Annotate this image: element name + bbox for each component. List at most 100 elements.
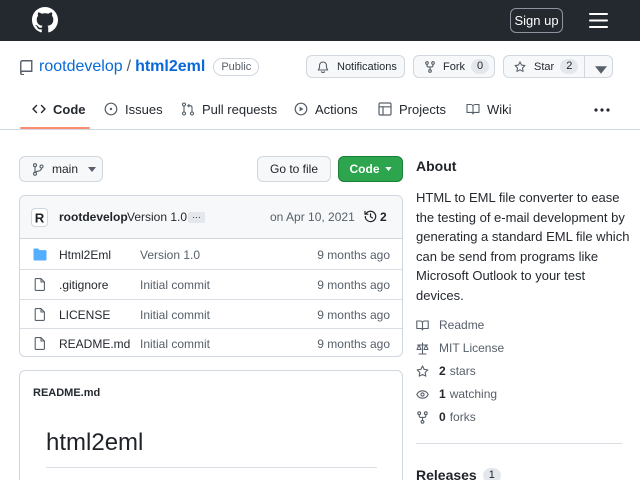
- notifications-button[interactable]: Notifications: [306, 55, 405, 78]
- about-title: About: [416, 158, 457, 174]
- releases-title: Releases: [416, 467, 477, 480]
- hamburger-menu-icon[interactable]: [589, 12, 608, 29]
- file-icon: [34, 337, 45, 350]
- fork-button[interactable]: Fork 0: [413, 55, 495, 78]
- watching-count: 1: [439, 387, 446, 401]
- book-icon: [466, 103, 480, 115]
- file-commit-message[interactable]: Version 1.0: [140, 248, 200, 262]
- fork-label: Fork: [443, 60, 465, 73]
- readme-heading: html2eml: [46, 429, 144, 456]
- github-logo-icon[interactable]: [32, 7, 58, 33]
- tab-label: Pull requests: [202, 101, 278, 117]
- tab-projects[interactable]: Projects: [378, 88, 446, 130]
- forks-link[interactable]: 0 forks: [416, 409, 476, 425]
- history-icon[interactable]: [364, 210, 377, 223]
- file-name[interactable]: .gitignore: [59, 278, 108, 292]
- tab-pull-requests[interactable]: Pull requests: [181, 88, 277, 130]
- law-scale-icon: [416, 341, 429, 355]
- tab-actions[interactable]: Actions: [294, 88, 358, 130]
- commit-expand-button[interactable]: …: [188, 211, 205, 223]
- selected-tab-indicator: [20, 127, 90, 129]
- star-icon: [514, 60, 526, 72]
- pull-request-icon: [181, 102, 195, 116]
- repo-title: rootdevelop / html2eml Public: [20, 57, 260, 77]
- readme-filename: README.md: [33, 387, 101, 399]
- branch-selector[interactable]: main: [19, 156, 103, 182]
- tab-code[interactable]: Code: [32, 88, 86, 130]
- file-commit-message[interactable]: Initial commit: [140, 278, 210, 292]
- star-dropdown-caret-icon[interactable]: [595, 64, 607, 76]
- code-button-label: Code: [349, 162, 380, 176]
- site-header: Sign up: [0, 0, 640, 41]
- releases-link[interactable]: Releases 1: [416, 467, 501, 480]
- file-commit-message[interactable]: Initial commit: [140, 308, 210, 322]
- repo-icon: [20, 59, 33, 75]
- tab-issues[interactable]: Issues: [104, 88, 163, 130]
- file-row-readme[interactable]: README.md Initial commit 9 months ago: [20, 328, 402, 356]
- tab-label: Wiki: [487, 101, 512, 117]
- license-link[interactable]: MIT License: [416, 340, 504, 356]
- fork-count: 0: [471, 59, 490, 74]
- file-age: 9 months ago: [317, 248, 390, 262]
- watchers-link[interactable]: 1 watching: [416, 386, 497, 402]
- tab-wiki[interactable]: Wiki: [466, 88, 512, 130]
- tab-label: Projects: [399, 101, 446, 117]
- fork-icon: [425, 60, 435, 73]
- chevron-down-icon: [88, 166, 97, 172]
- stars-count: 2: [439, 364, 446, 378]
- repo-nav-tabs: Code Issues Pull requests Actions Projec…: [0, 88, 640, 130]
- file-icon: [34, 278, 45, 291]
- file-commit-message[interactable]: Initial commit: [140, 337, 210, 351]
- stars-link[interactable]: 2 stars: [416, 363, 476, 379]
- stars-label: stars: [449, 364, 476, 378]
- repo-separator: /: [126, 58, 132, 75]
- chevron-down-icon: [384, 167, 392, 171]
- book-icon: [416, 319, 429, 331]
- repo-name-link[interactable]: html2eml: [135, 58, 205, 76]
- bell-icon: [317, 60, 329, 73]
- code-dropdown-button[interactable]: Code: [338, 156, 403, 182]
- commit-message-link[interactable]: Version 1.0: [127, 210, 187, 224]
- commit-count[interactable]: 2: [380, 210, 387, 224]
- go-to-file-button[interactable]: Go to file: [257, 156, 331, 182]
- star-button[interactable]: Star 2: [503, 55, 613, 78]
- file-row-license[interactable]: LICENSE Initial commit 9 months ago: [20, 299, 402, 328]
- more-options-icon[interactable]: [594, 107, 610, 113]
- table-icon: [378, 102, 392, 116]
- tab-label: Issues: [125, 101, 163, 117]
- file-row-gitignore[interactable]: .gitignore Initial commit 9 months ago: [20, 269, 402, 298]
- file-age: 9 months ago: [317, 308, 390, 322]
- eye-icon: [416, 389, 429, 399]
- about-description: HTML to EML file converter to ease the t…: [416, 190, 630, 303]
- avatar-letter: R: [35, 210, 45, 225]
- readme-link-label: Readme: [439, 318, 485, 332]
- file-age: 9 months ago: [317, 278, 390, 292]
- file-browser: R rootdevelop Version 1.0 … on Apr 10, 2…: [19, 195, 403, 357]
- star-divider: [584, 56, 585, 77]
- branch-name: main: [52, 162, 79, 176]
- commit-date: on Apr 10, 2021: [270, 210, 355, 224]
- star-label: Star: [534, 60, 555, 73]
- sign-up-button[interactable]: Sign up: [510, 8, 563, 33]
- commit-author-link[interactable]: rootdevelop: [59, 210, 128, 224]
- latest-commit-bar: R rootdevelop Version 1.0 … on Apr 10, 2…: [20, 196, 402, 239]
- issue-icon: [104, 102, 118, 116]
- star-icon: [416, 364, 429, 377]
- readme-link[interactable]: Readme: [416, 317, 484, 333]
- file-name[interactable]: LICENSE: [59, 308, 110, 322]
- forks-count: 0: [439, 410, 446, 424]
- file-row-html2eml[interactable]: Html2Eml Version 1.0 9 months ago: [20, 240, 402, 269]
- file-name[interactable]: README.md: [59, 337, 130, 351]
- sidebar-divider: [416, 443, 622, 444]
- forks-label: forks: [449, 410, 476, 424]
- play-icon: [294, 102, 308, 116]
- avatar[interactable]: R: [31, 208, 48, 227]
- branch-icon: [32, 162, 44, 176]
- tab-label: Code: [53, 101, 86, 117]
- repo-owner-link[interactable]: rootdevelop: [39, 58, 123, 76]
- fork-icon: [417, 410, 428, 424]
- releases-count: 1: [482, 467, 501, 480]
- file-age: 9 months ago: [317, 337, 390, 351]
- file-name[interactable]: Html2Eml: [59, 248, 111, 262]
- readme-divider: [46, 467, 377, 468]
